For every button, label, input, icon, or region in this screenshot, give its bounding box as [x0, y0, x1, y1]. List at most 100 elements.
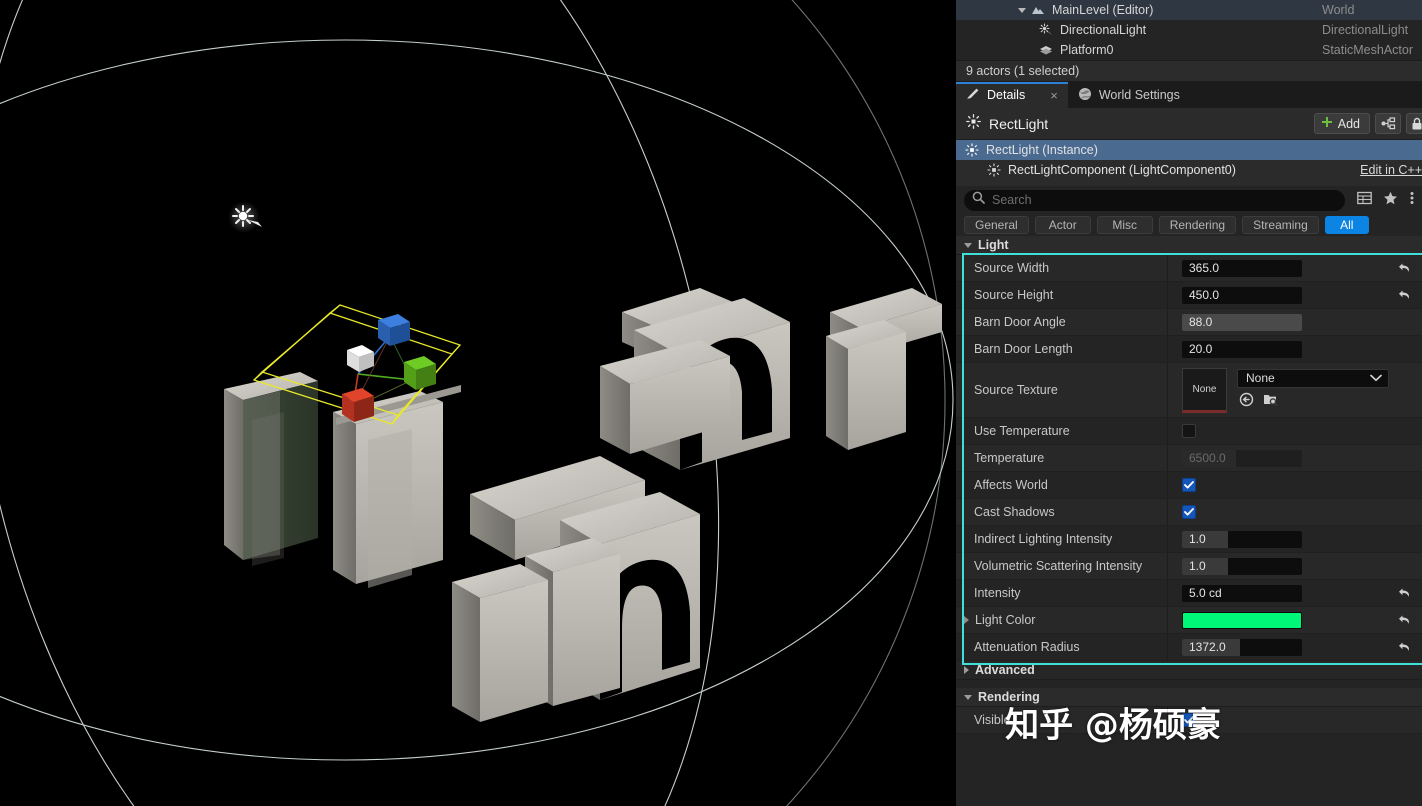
source-texture-dropdown[interactable]: None — [1237, 368, 1389, 388]
property-label: Barn Door Angle — [956, 309, 1168, 335]
filter-all[interactable]: All — [1324, 216, 1369, 234]
search-icon — [972, 191, 985, 209]
property-row-source-width[interactable]: Source Width 365.0 — [956, 255, 1422, 282]
property-row-light-color[interactable]: Light Color — [956, 607, 1422, 634]
edit-in-cpp-link[interactable]: Edit in C++ — [1360, 163, 1422, 177]
property-label: Light Color — [975, 613, 1036, 627]
directional-light-icon — [1038, 22, 1054, 38]
column-view-icon[interactable] — [1357, 191, 1372, 210]
outliner-row-platform0[interactable]: Platform0 StaticMeshActor — [956, 40, 1422, 60]
outliner-row-directionallight[interactable]: DirectionalLight DirectionalLight — [956, 20, 1422, 40]
component-row-rectlightcomponent[interactable]: RectLightComponent (LightComponent0) Edi… — [956, 160, 1422, 180]
revert-icon[interactable] — [1398, 641, 1412, 653]
use-temperature-checkbox[interactable] — [1182, 424, 1196, 438]
rect-light-icon — [966, 113, 981, 134]
property-value: 365.0 — [1189, 261, 1220, 275]
property-label: Indirect Lighting Intensity — [956, 526, 1168, 552]
use-selected-asset-icon[interactable] — [1239, 392, 1254, 412]
property-label: Cast Shadows — [956, 499, 1168, 525]
filter-general[interactable]: General — [964, 216, 1029, 234]
rect-light-icon — [964, 142, 980, 158]
property-label: Volumetric Scattering Intensity — [956, 553, 1168, 579]
property-row-use-temperature[interactable]: Use Temperature — [956, 418, 1422, 445]
lock-icon[interactable] — [1406, 113, 1422, 134]
attenuation-radius-input[interactable]: 1372.0 — [1182, 638, 1302, 656]
filter-misc[interactable]: Misc — [1096, 216, 1153, 234]
intensity-input[interactable]: 5.0 cd — [1182, 584, 1302, 602]
rect-light-component-icon — [986, 162, 1002, 178]
indirect-lighting-intensity-input[interactable]: 1.0 — [1182, 530, 1302, 548]
details-icon — [966, 87, 980, 104]
chevron-down-icon — [964, 242, 972, 248]
outliner-label: DirectionalLight — [1060, 23, 1147, 37]
source-texture-thumbnail[interactable]: None — [1182, 367, 1227, 413]
property-row-source-height[interactable]: Source Height 450.0 — [956, 282, 1422, 309]
revert-icon[interactable] — [1398, 587, 1412, 599]
property-row-barn-door-angle[interactable]: Barn Door Angle 88.0 — [956, 309, 1422, 336]
property-row-attenuation-radius[interactable]: Attenuation Radius 1372.0 — [956, 634, 1422, 661]
outliner-label: Platform0 — [1060, 43, 1114, 57]
property-value: 20.0 — [1189, 342, 1213, 356]
property-label: Attenuation Radius — [956, 634, 1168, 660]
cast-shadows-checkbox[interactable] — [1182, 505, 1196, 519]
outliner-row-mainlevel[interactable]: MainLevel (Editor) World — [956, 0, 1422, 20]
tab-world-settings[interactable]: World Settings — [1067, 82, 1190, 108]
filter-rendering[interactable]: Rendering — [1158, 216, 1237, 234]
volumetric-scattering-intensity-input[interactable]: 1.0 — [1182, 557, 1302, 575]
category-light[interactable]: Light — [956, 236, 1422, 255]
property-value: 1372.0 — [1189, 640, 1226, 654]
revert-icon[interactable] — [1398, 614, 1412, 626]
property-row-cast-shadows[interactable]: Cast Shadows — [956, 499, 1422, 526]
tab-details[interactable]: Details × — [956, 82, 1068, 108]
category-label: Advanced — [975, 663, 1035, 677]
property-row-barn-door-length[interactable]: Barn Door Length 20.0 — [956, 336, 1422, 363]
settings-icon[interactable] — [1409, 191, 1415, 210]
page-title: RectLight — [989, 115, 1049, 132]
filter-streaming[interactable]: Streaming — [1242, 216, 1319, 234]
world-outliner[interactable]: MainLevel (Editor) World DirectionalLigh… — [956, 0, 1422, 60]
revert-icon[interactable] — [1398, 289, 1412, 301]
add-component-button[interactable]: Add — [1313, 113, 1370, 134]
property-value: 1.0 — [1189, 559, 1206, 573]
property-label: Intensity — [956, 580, 1168, 606]
affects-world-checkbox[interactable] — [1182, 478, 1196, 492]
source-width-input[interactable]: 365.0 — [1182, 259, 1302, 277]
property-row-intensity[interactable]: Intensity 5.0 cd — [956, 580, 1422, 607]
property-label: Temperature — [956, 445, 1168, 471]
property-value: 1.0 — [1189, 532, 1206, 546]
static-mesh-icon — [1038, 42, 1054, 58]
component-tree[interactable]: RectLight (Instance) RectLightComponent … — [956, 140, 1422, 186]
property-label: Source Height — [956, 282, 1168, 308]
close-icon[interactable]: × — [1050, 89, 1058, 102]
property-row-affects-world[interactable]: Affects World — [956, 472, 1422, 499]
temperature-input[interactable]: 6500.0 — [1182, 449, 1302, 467]
details-panel: MainLevel (Editor) World DirectionalLigh… — [956, 0, 1422, 806]
revert-icon[interactable] — [1398, 262, 1412, 274]
property-row-temperature[interactable]: Temperature 6500.0 — [956, 445, 1422, 472]
property-label: Source Width — [956, 255, 1168, 281]
filter-actor[interactable]: Actor — [1034, 216, 1091, 234]
browse-to-asset-icon[interactable] — [1263, 392, 1279, 412]
category-advanced[interactable]: Advanced — [956, 661, 1422, 680]
property-row-indirect-lighting-intensity[interactable]: Indirect Lighting Intensity 1.0 — [956, 526, 1422, 553]
property-label: Affects World — [956, 472, 1168, 498]
chevron-right-icon — [964, 666, 969, 674]
level-viewport[interactable] — [0, 0, 956, 806]
property-row-volumetric-scattering-intensity[interactable]: Volumetric Scattering Intensity 1.0 — [956, 553, 1422, 580]
search-input[interactable]: Search — [964, 189, 1345, 211]
chevron-down-icon[interactable] — [1018, 7, 1026, 13]
chevron-right-icon[interactable] — [964, 616, 969, 624]
barn-door-length-input[interactable]: 20.0 — [1182, 340, 1302, 358]
search-row: Search — [956, 186, 1422, 214]
outliner-label: MainLevel (Editor) — [1052, 3, 1154, 17]
watermark: 知乎 @杨硕豪 — [1005, 705, 1221, 746]
component-row-rectlight-instance[interactable]: RectLight (Instance) — [956, 140, 1422, 160]
favorites-star-icon[interactable] — [1383, 191, 1398, 210]
component-graph-icon[interactable] — [1375, 113, 1401, 134]
plus-icon — [1321, 116, 1333, 131]
source-height-input[interactable]: 450.0 — [1182, 286, 1302, 304]
chevron-down-icon — [964, 694, 972, 700]
light-color-swatch[interactable] — [1182, 611, 1302, 629]
barn-door-angle-slider[interactable]: 88.0 — [1182, 313, 1302, 331]
property-row-source-texture[interactable]: Source Texture None None — [956, 363, 1422, 418]
